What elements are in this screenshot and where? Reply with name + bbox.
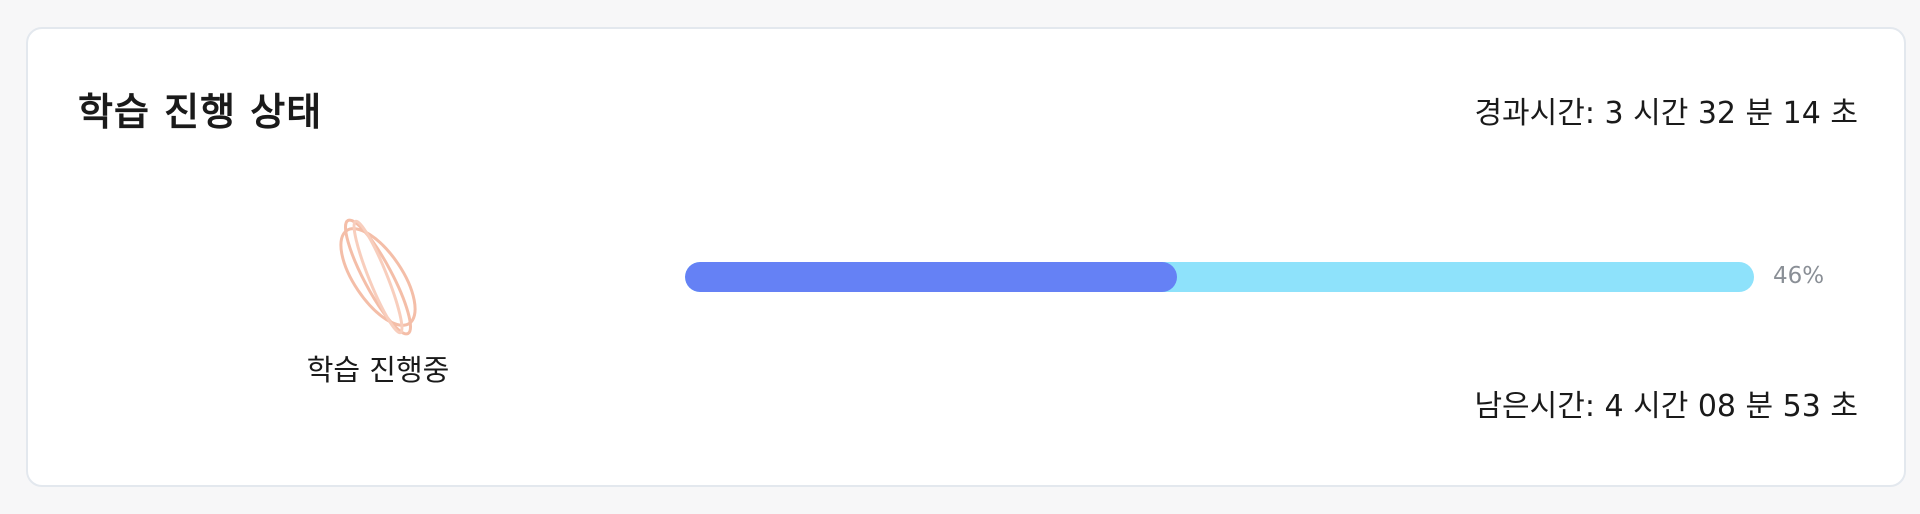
status-label: 학습 진행중	[306, 353, 450, 387]
spinner-icon	[318, 207, 438, 347]
progress-bar-fill	[685, 262, 1177, 292]
progress-bar	[685, 262, 1754, 292]
elapsed-time: 경과시간: 3 시간 32 분 14 초	[1474, 96, 1858, 131]
progress-percent: 46%	[1773, 263, 1825, 289]
training-status-card: 학습 진행 상태 경과시간: 3 시간 32 분 14 초 학습 진행중 46%…	[26, 27, 1906, 487]
card-title: 학습 진행 상태	[78, 90, 323, 134]
remaining-time: 남은시간: 4 시간 08 분 53 초	[1474, 389, 1858, 424]
